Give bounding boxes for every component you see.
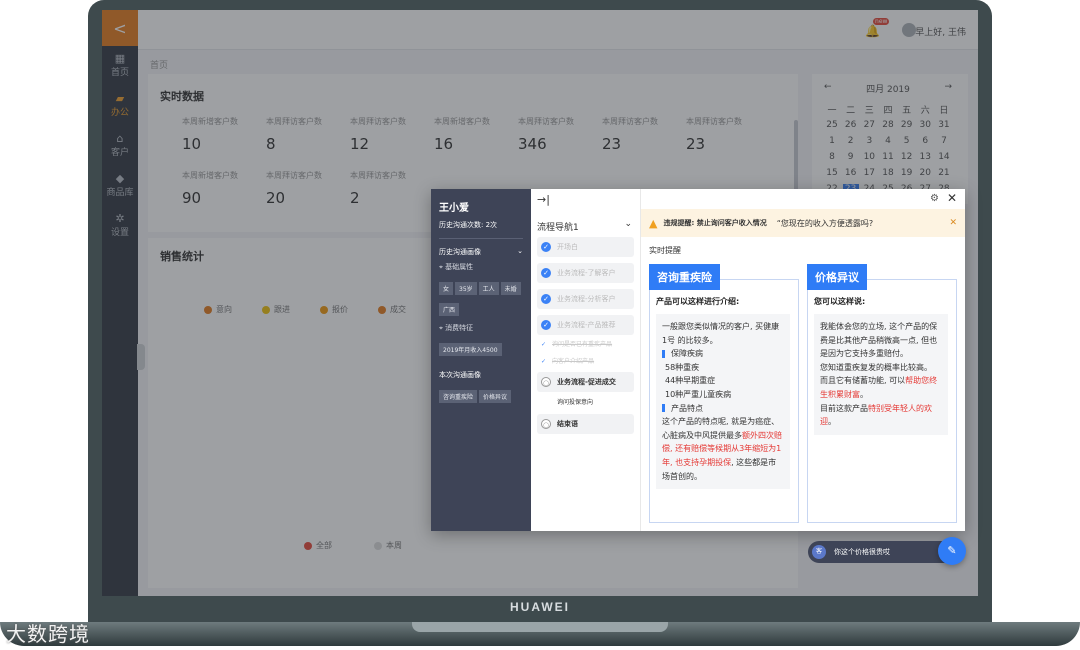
- profile-tag: 工人: [478, 282, 499, 295]
- basic-attrs-title: ⌖ 基础属性: [439, 262, 523, 272]
- basic-tags: 女 35岁 工人 未婚广西: [439, 276, 523, 318]
- card2-title: 价格异议: [807, 264, 867, 290]
- current-tags: 咨询重疾险 价格异议: [439, 384, 523, 405]
- card2-head: 您可以这样说:: [814, 297, 866, 306]
- flow-step[interactable]: ✓ 业务流程-分析客户: [537, 289, 634, 309]
- flow-step-label: 业务流程-了解客户: [557, 269, 616, 277]
- flow-substep[interactable]: ✓ 询问是否已有重疾产品: [541, 339, 612, 348]
- flow-substep-label: 询问是否已有重疾产品: [552, 341, 613, 348]
- customer-name: 王小爱: [439, 203, 469, 214]
- suggestion-panel: ⚙ ✕ ▲ 违规提醒: 禁止询问客户收入情况 “您现在的收入方便透露吗? ✕ 实…: [641, 189, 965, 531]
- consume-tags: 2019年月收入4500: [439, 337, 523, 358]
- chevron-down-icon[interactable]: ⌄: [624, 219, 632, 229]
- current-step-label: 业务流程-促进成交: [557, 378, 616, 386]
- flow-step[interactable]: ✓ 业务流程-产品推荐: [537, 315, 634, 335]
- watermark: 大数跨境: [6, 622, 90, 646]
- close-icon[interactable]: ✕: [947, 191, 957, 205]
- card1-features: 这个产品的特点呢, 就是为癌症、心脏病及中风提供最多额外四次赔偿, 还有赔偿等候…: [662, 415, 784, 483]
- card1-section1: 保障疾病: [662, 347, 784, 361]
- portrait-section[interactable]: 历史沟通画像 ⌄: [439, 247, 523, 257]
- end-step-label: 结束语: [557, 420, 578, 428]
- laptop-notch: [412, 622, 668, 632]
- card2-p4: 目前这款产品特别受年轻人的欢迎。: [820, 402, 942, 429]
- violation-alert: ▲ 违规提醒: 禁止询问客户收入情况 “您现在的收入方便透露吗? ✕: [641, 209, 965, 237]
- card2-p1: 我能体会您的立场, 这个产品的保费是比其他产品稍微高一点, 但也是因为它支持多重…: [820, 322, 938, 359]
- device-brand: HUAWEI: [510, 600, 570, 614]
- flow-title: 流程导航1: [537, 223, 579, 233]
- flow-substep-label: 向客户介绍产品: [552, 358, 595, 365]
- card1-body: 一般跟您类似情况的客户, 买健康1号 的比较多。 保障疾病 58种重疾 44种早…: [656, 314, 790, 490]
- flow-substep-current[interactable]: 询问投保意向: [557, 397, 593, 406]
- card2-p3: 而且它有储蓄功能, 可以帮助您终生积累财富。: [820, 374, 942, 401]
- section2-label: 产品特点: [671, 403, 703, 413]
- check-icon: ✓: [541, 242, 551, 252]
- current-portrait-title: 本次沟通画像: [439, 371, 481, 379]
- chat-bubble[interactable]: 客你这个价格很贵哎: [808, 541, 946, 563]
- customer-badge: 客: [812, 545, 826, 559]
- list-item: 58种重疾: [665, 362, 700, 372]
- card1-head: 产品可以这样进行介绍:: [656, 297, 740, 306]
- alert-quote: “您现在的收入方便透露吗?: [776, 218, 874, 228]
- p3-text-a: 而且它有储蓄功能, 可以: [820, 376, 906, 386]
- realtime-tip-title: 实时提醒: [649, 246, 681, 255]
- profile-tag: 广西: [439, 303, 460, 316]
- check-icon: ✓: [541, 294, 551, 304]
- p4-text-b: 。: [828, 417, 836, 427]
- settings-icon[interactable]: ⚙: [930, 193, 939, 204]
- suggestion-card-price: 价格异议 您可以这样说: 我能体会您的立场, 这个产品的保费是比其他产品稍微高一…: [807, 264, 957, 523]
- check-icon: ✓: [541, 268, 551, 278]
- list-item: 10种严重儿童疾病: [665, 389, 732, 399]
- card1-title: 咨询重疾险: [649, 264, 720, 290]
- flow-step-current[interactable]: ○ 业务流程-促进成交: [537, 372, 634, 392]
- p3-text-b: 。: [860, 389, 868, 399]
- circle-icon: ○: [541, 377, 551, 387]
- section1-label: 保障疾病: [671, 349, 703, 359]
- alert-label: 违规提醒: 禁止询问客户收入情况: [663, 219, 767, 227]
- flow-step-label: 开场白: [557, 243, 578, 251]
- profile-tag: 未婚: [500, 282, 521, 295]
- chevron-down-icon: ⌄: [517, 247, 523, 255]
- flow-step[interactable]: ✓ 开场白: [537, 237, 634, 257]
- flow-navigator: →| 流程导航1 ⌄ ✓ 开场白 ✓ 业务流程-了解客户 ✓ 业务流程-分析客户 ✓ 业务流程…: [531, 189, 641, 531]
- warning-icon: ▲: [649, 216, 658, 230]
- chat-text: 你这个价格很贵哎: [834, 548, 890, 556]
- flow-step-label: 业务流程-分析客户: [557, 295, 616, 303]
- card2-p2: 您知道重疾复发的概率比较高。: [820, 362, 932, 372]
- divider: [439, 238, 523, 239]
- collapse-icon[interactable]: →|: [537, 193, 550, 206]
- assistant-dialog: 王小爱 历史沟通次数: 2次 历史沟通画像 ⌄ ⌖ 基础属性 女 35岁 工人 未婚广西…: [431, 189, 965, 531]
- consume-title-text: 消费特征: [445, 324, 474, 332]
- card2-body: 我能体会您的立场, 这个产品的保费是比其他产品稍微高一点, 但也是因为它支持多重…: [814, 314, 948, 435]
- flow-step-label: 业务流程-产品推荐: [557, 321, 616, 329]
- customer-profile-panel: 王小爱 历史沟通次数: 2次 历史沟通画像 ⌄ ⌖ 基础属性 女 35岁 工人 未婚广西…: [431, 189, 531, 531]
- consume-title: ⌖ 消费特征: [439, 323, 523, 333]
- profile-tag: 价格异议: [479, 390, 512, 403]
- suggestion-card-product: 咨询重疾险 产品可以这样进行介绍: 一般跟您类似情况的客户, 买健康1号 的比较…: [649, 264, 799, 523]
- basic-title-text: 基础属性: [445, 263, 474, 271]
- check-icon: ✓: [541, 358, 547, 365]
- portrait-title: 历史沟通画像: [439, 248, 481, 256]
- p4-text-a: 目前这款产品: [820, 403, 868, 413]
- bullet-marker: [662, 349, 665, 358]
- bullet-marker: [662, 404, 665, 413]
- chat-icon[interactable]: ✎: [938, 537, 966, 565]
- history-count: 历史沟通次数: 2次: [439, 221, 498, 229]
- card1-section2: 产品特点: [662, 402, 784, 416]
- circle-icon: ○: [541, 419, 551, 429]
- check-icon: ✓: [541, 320, 551, 330]
- check-icon: ✓: [541, 341, 547, 348]
- profile-tag: 35岁: [455, 282, 477, 295]
- profile-tag: 女: [439, 282, 454, 295]
- flow-step-end[interactable]: ○ 结束语: [537, 414, 634, 434]
- profile-tag: 2019年月收入4500: [439, 343, 502, 356]
- flow-step[interactable]: ✓ 业务流程-了解客户: [537, 263, 634, 283]
- flow-substep[interactable]: ✓ 向客户介绍产品: [541, 356, 594, 365]
- profile-tag: 咨询重疾险: [439, 390, 478, 403]
- alert-close-icon[interactable]: ✕: [949, 218, 957, 228]
- list-item: 44种早期重症: [665, 376, 716, 386]
- card1-intro: 一般跟您类似情况的客户, 买健康1号 的比较多。: [662, 322, 780, 345]
